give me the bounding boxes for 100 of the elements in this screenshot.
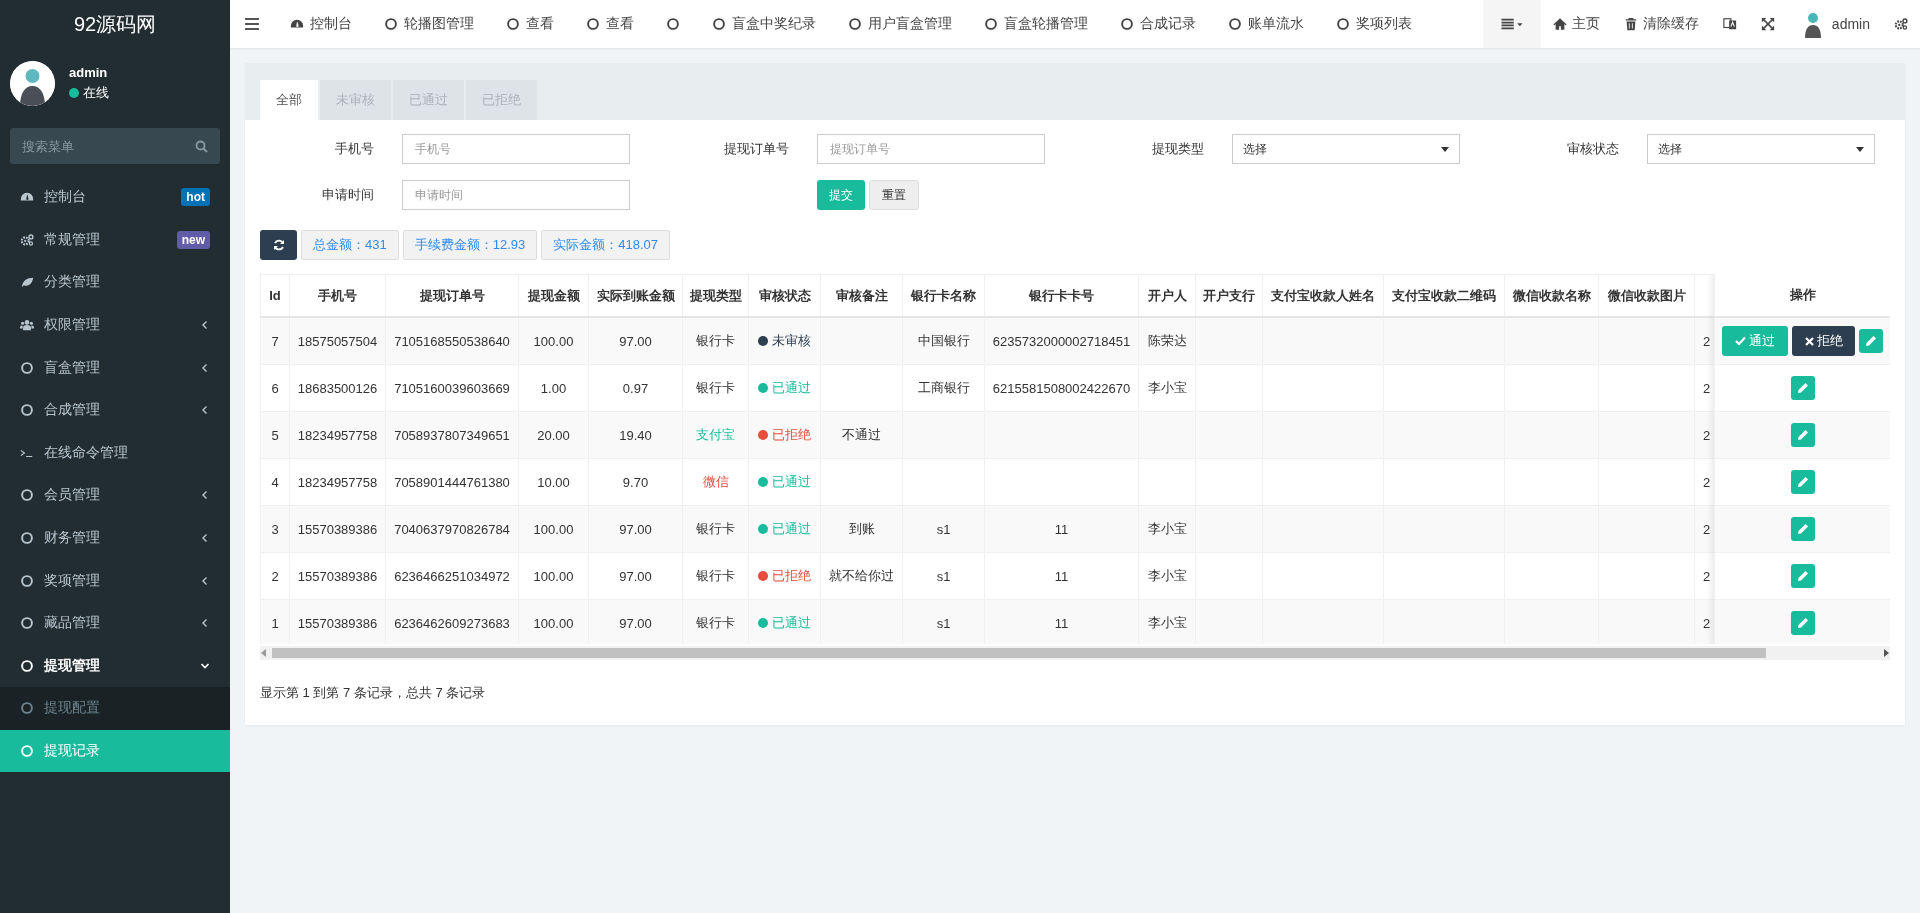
gears-icon — [1894, 17, 1908, 31]
nav-tab[interactable]: 盲盒轮播管理 — [968, 0, 1104, 48]
sidebar-item[interactable]: 财务管理 — [0, 516, 230, 560]
table-cell: 2 — [1703, 521, 1711, 537]
search-icon — [195, 140, 208, 153]
nav-tab[interactable]: 控制台 — [274, 0, 368, 48]
user-menu[interactable]: admin — [1786, 0, 1882, 48]
table-cell: 陈荣达 — [1147, 333, 1187, 348]
scroll-right-icon[interactable] — [1882, 649, 1890, 657]
sidebar-item[interactable]: 藏品管理 — [0, 601, 230, 645]
field-label: 手机号 — [334, 140, 374, 158]
user-status: 在线 — [83, 83, 109, 102]
select-field[interactable]: 选择 — [1647, 134, 1875, 164]
table-cell: 7105160039603669 — [394, 380, 510, 396]
sidebar-item[interactable]: 提现配置 — [0, 687, 230, 730]
nav-tab[interactable]: 账单流水 — [1212, 0, 1320, 48]
table-cell: 18234957758 — [297, 474, 378, 490]
sidebar-item[interactable]: 会员管理 — [0, 474, 230, 517]
input-field[interactable]: 手机号 — [402, 134, 630, 164]
table-cell: 2 — [1703, 615, 1711, 631]
sidebar-item[interactable]: 提现管理 — [0, 644, 230, 688]
horizontal-scrollbar[interactable] — [260, 646, 1890, 660]
refresh-button[interactable] — [260, 230, 297, 260]
table-cell: 2 — [1703, 474, 1711, 490]
table-cell: 11 — [1054, 521, 1069, 537]
table-cell: 10.00 — [537, 474, 570, 490]
table-cell: 6215581508002422670 — [992, 380, 1131, 396]
dashboard-icon — [290, 17, 304, 31]
pencil-icon — [1796, 523, 1809, 535]
table-cell: 15570389386 — [297, 521, 378, 537]
nav-tab[interactable]: 查看 — [490, 0, 570, 48]
edit-button[interactable] — [1790, 564, 1815, 588]
filter-tab[interactable]: 全部 — [260, 80, 318, 120]
select-field[interactable]: 选择 — [1232, 134, 1460, 164]
sidebar-item[interactable]: 奖项管理 — [0, 559, 230, 602]
sidebar-item[interactable]: 权限管理 — [0, 303, 230, 347]
check-icon — [1735, 336, 1746, 346]
toolbar-link[interactable]: 清除缓存 — [1611, 0, 1711, 48]
sidebar-item[interactable]: 分类管理 — [0, 261, 230, 304]
table-cell: 0.97 — [622, 380, 649, 396]
table-cell: 7 — [271, 333, 279, 349]
edit-button[interactable] — [1790, 611, 1815, 635]
reject-button[interactable]: 拒绝 — [1792, 326, 1855, 356]
sidebar-item[interactable]: 合成管理 — [0, 388, 230, 432]
nav-tab[interactable]: 盲盒中奖纪录 — [696, 0, 832, 48]
input-field[interactable]: 申请时间 — [402, 180, 630, 210]
sidebar-item[interactable]: 在线命令管理 — [0, 431, 230, 475]
table-cell: s1 — [936, 615, 951, 631]
caret-icon — [1441, 146, 1449, 152]
table-cell: 100.00 — [533, 568, 574, 584]
menu-icon[interactable] — [245, 18, 259, 30]
user-name: admin — [69, 64, 109, 80]
edit-button[interactable] — [1859, 329, 1883, 353]
table-cell: 97.00 — [619, 333, 652, 349]
column-header: 审核备注 — [835, 287, 888, 303]
status-label: 已拒绝 — [758, 426, 811, 444]
type-label: 微信 — [702, 474, 729, 489]
scroll-left-icon[interactable] — [260, 649, 268, 657]
pencil-icon — [1796, 570, 1809, 582]
table-cell: 6 — [271, 380, 279, 396]
table-cell: 李小宝 — [1147, 568, 1187, 583]
table-cell: 6235732000002718451 — [992, 333, 1131, 349]
column-header: 支付宝收款人姓名 — [1271, 287, 1375, 303]
type-label: 银行卡 — [696, 380, 735, 395]
sidebar-item[interactable]: 控制台 hot — [0, 176, 230, 219]
circle-icon — [984, 17, 998, 31]
scrollbar-thumb[interactable] — [272, 648, 1766, 658]
circle-icon — [20, 573, 34, 588]
table-cell: 2 — [1703, 333, 1711, 349]
edit-button[interactable] — [1790, 470, 1815, 494]
sidebar-item[interactable]: 常规管理 new — [0, 218, 230, 262]
sidebar-item[interactable]: 盲盒管理 — [0, 346, 230, 389]
column-header: 提现金额 — [527, 287, 580, 303]
column-header: 银行卡卡号 — [1029, 287, 1094, 303]
column-header: 微信收款图片 — [1607, 287, 1686, 303]
circle-icon — [666, 17, 680, 31]
table-cell: 2 — [1703, 568, 1711, 584]
circle-icon — [20, 658, 34, 673]
type-label: 银行卡 — [696, 568, 735, 583]
edit-button[interactable] — [1790, 423, 1815, 447]
column-header: Id — [269, 288, 281, 303]
table-cell: 4 — [271, 474, 279, 490]
field-label: 申请时间 — [321, 186, 374, 204]
circle-icon — [586, 17, 600, 31]
toolbar-link[interactable]: 主页 — [1540, 0, 1612, 48]
nav-tab[interactable]: 查看 — [570, 0, 650, 48]
table-cell: 100.00 — [533, 615, 574, 631]
edit-button[interactable] — [1790, 517, 1815, 541]
reset-button[interactable]: 重置 — [869, 180, 919, 210]
nav-tab[interactable]: 合成记录 — [1104, 0, 1212, 48]
nav-tab[interactable]: 奖项列表 — [1320, 0, 1428, 48]
table-cell: 2 — [1703, 380, 1711, 396]
home-icon — [1552, 17, 1567, 31]
nav-tab[interactable]: 用户盲盒管理 — [832, 0, 968, 48]
column-header: 开户支行 — [1203, 287, 1255, 303]
nav-tab[interactable]: 轮播图管理 — [368, 0, 490, 48]
table-cell: 97.00 — [619, 615, 652, 631]
search-field[interactable]: 搜索菜单 — [10, 128, 220, 164]
input-field[interactable]: 提现订单号 — [817, 134, 1045, 164]
edit-button[interactable] — [1790, 376, 1815, 400]
